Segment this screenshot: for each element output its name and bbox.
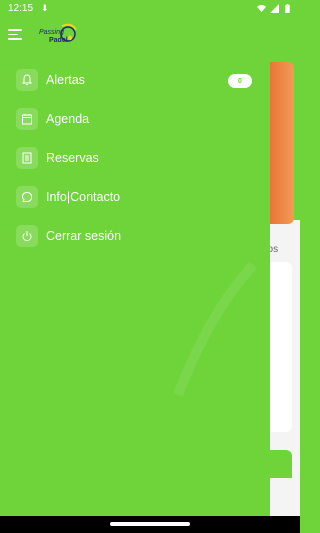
hamburger-icon[interactable] [8,29,22,41]
drawer-item-label: Alertas [46,73,85,87]
drawer-item-label: Cerrar sesión [46,229,122,243]
home-gesture-bar[interactable] [110,522,190,526]
signal-icon [270,4,279,13]
app-logo: Passing Padel [36,20,82,52]
status-bar: 12:15 ⬇ [0,0,300,17]
status-icons [257,4,292,13]
drawer-item-label: Agenda [46,112,90,126]
drawer-item-cerrar-sesion[interactable]: Cerrar sesión [16,223,256,249]
ticket-icon [16,147,38,169]
drawer-item-info-contacto[interactable]: Info|Contacto [16,184,256,210]
download-icon: ⬇ [41,3,49,13]
alerts-toggle[interactable]: 0 [228,74,252,88]
status-time: 12:15 [8,3,34,14]
watermark-decoration [173,261,257,397]
logo-text-passing: Passing [39,29,64,36]
alerts-count: 0 [238,77,242,85]
battery-icon [285,4,290,13]
chat-icon [16,186,38,208]
navigation-drawer: Alertas 0 Agenda Reservas Info|Contacto … [0,55,270,516]
drawer-item-alertas[interactable]: Alertas 0 [16,67,256,93]
calendar-icon [16,108,38,130]
power-icon [16,225,38,247]
drawer-item-reservas[interactable]: Reservas [16,145,256,171]
bell-icon [16,69,38,91]
app-bar: Passing Padel [0,17,300,55]
logo-mark [60,23,77,42]
logo-text-padel: Padel [49,37,68,44]
drawer-item-label: Reservas [46,151,99,165]
drawer-item-agenda[interactable]: Agenda [16,106,256,132]
wifi-icon [257,4,266,13]
system-nav-bar [0,516,300,533]
drawer-item-label: Info|Contacto [46,190,121,204]
